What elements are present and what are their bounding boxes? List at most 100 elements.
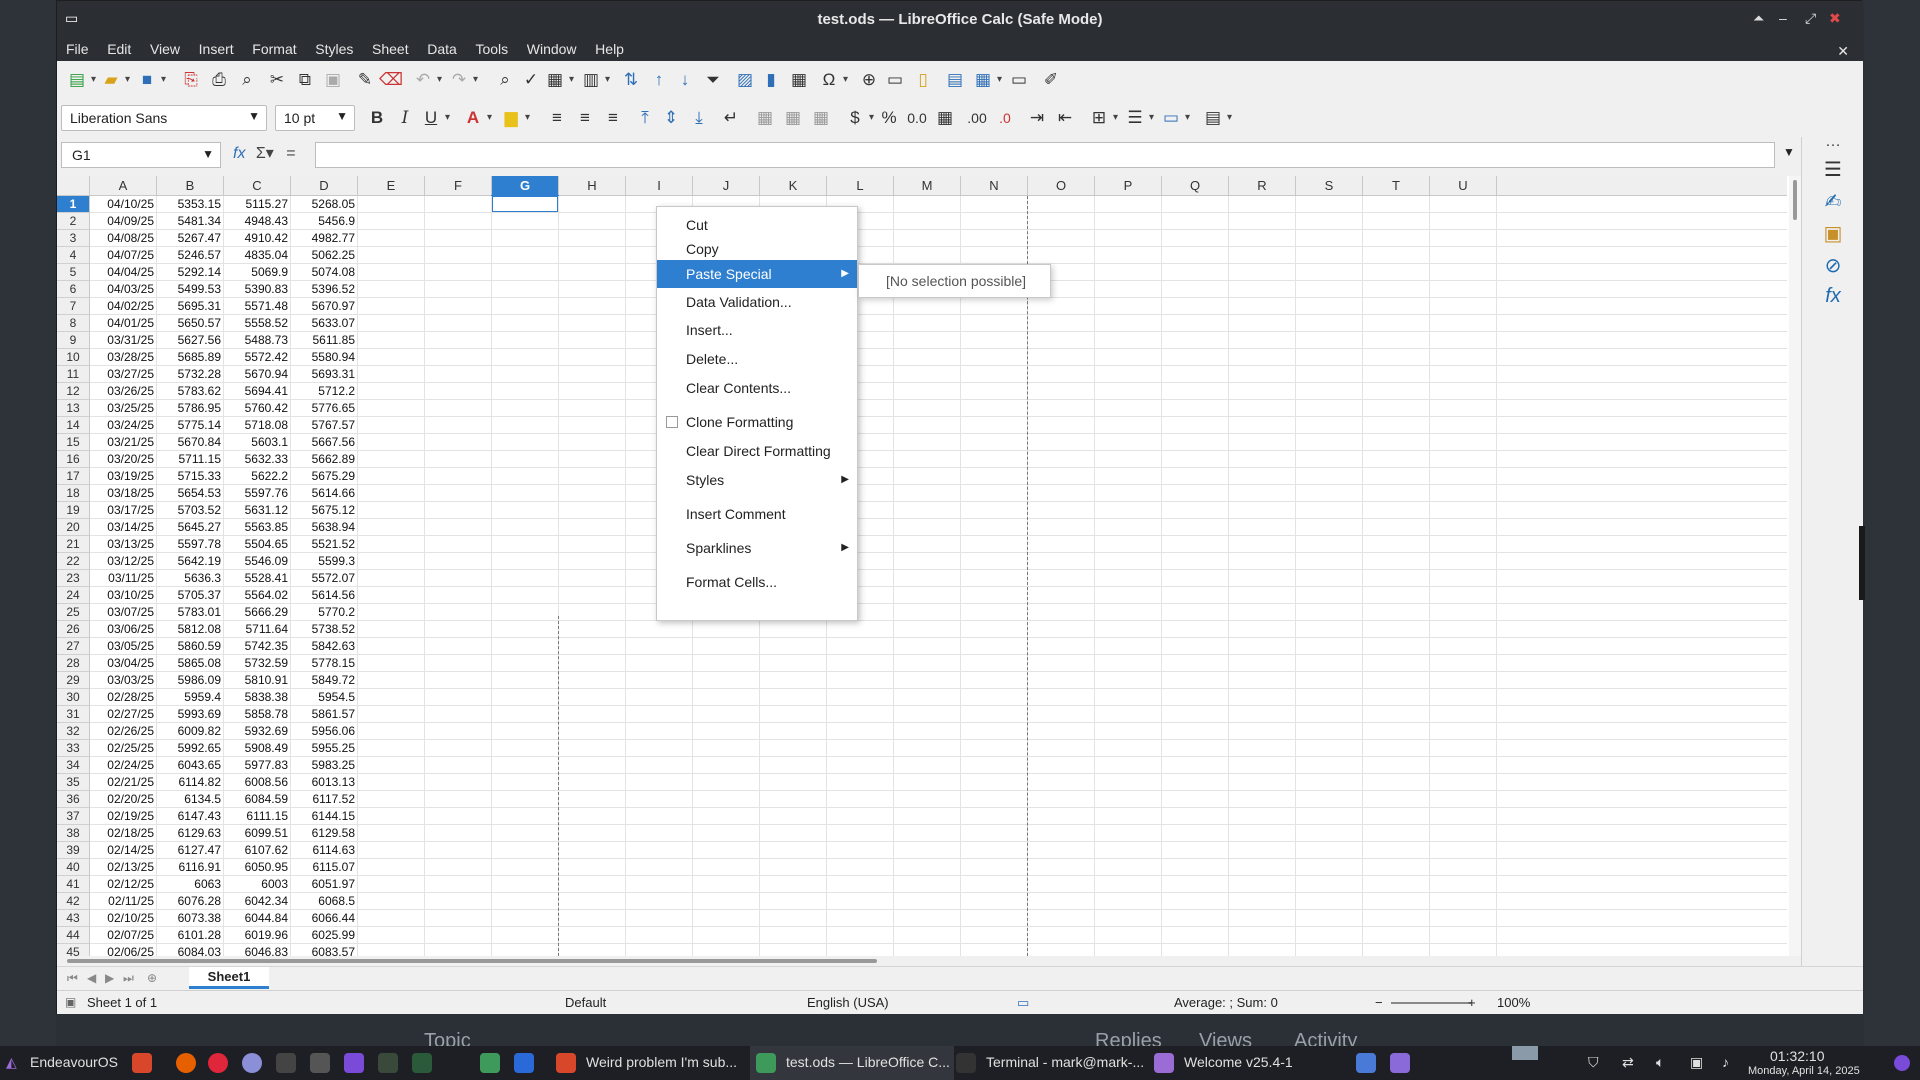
- vertical-scrollbar[interactable]: [1789, 176, 1801, 956]
- table-cell[interactable]: 5670.97: [291, 298, 358, 315]
- menu-item-clear-contents[interactable]: Clear Contents...: [657, 374, 857, 402]
- align-center-icon[interactable]: ≡: [573, 106, 597, 130]
- table-cell[interactable]: 03/14/25: [90, 519, 157, 536]
- column-header-s[interactable]: S: [1296, 176, 1363, 196]
- sum-icon[interactable]: Σ▾: [256, 145, 274, 162]
- row-header[interactable]: 9: [57, 332, 90, 349]
- table-cell[interactable]: 6114.63: [291, 842, 358, 859]
- insert-chart-icon[interactable]: ▮: [759, 68, 783, 92]
- table-cell[interactable]: 5783.62: [157, 383, 224, 400]
- table-cell[interactable]: 6068.5: [291, 893, 358, 910]
- table-cell[interactable]: 03/07/25: [90, 604, 157, 621]
- table-cell[interactable]: 5638.94: [291, 519, 358, 536]
- table-cell[interactable]: 6066.44: [291, 910, 358, 927]
- column-header-f[interactable]: F: [425, 176, 492, 196]
- highlight-icon[interactable]: ▆: [499, 106, 530, 130]
- table-cell[interactable]: 5572.07: [291, 570, 358, 587]
- table-cell[interactable]: 6073.38: [157, 910, 224, 927]
- row-header[interactable]: 8: [57, 315, 90, 332]
- table-cell[interactable]: 02/27/25: [90, 706, 157, 723]
- row-header[interactable]: 10: [57, 349, 90, 366]
- unmerge-cells-icon[interactable]: ▦: [809, 106, 833, 130]
- table-cell[interactable]: 5738.52: [291, 621, 358, 638]
- table-cell[interactable]: 03/11/25: [90, 570, 157, 587]
- row-header[interactable]: 43: [57, 910, 90, 927]
- table-cell[interactable]: 03/24/25: [90, 417, 157, 434]
- status-language[interactable]: English (USA): [807, 995, 889, 1010]
- clock-time[interactable]: 01:32:10: [1770, 1048, 1825, 1064]
- network-icon[interactable]: ⇄: [1622, 1054, 1634, 1071]
- column-header-o[interactable]: O: [1028, 176, 1095, 196]
- table-cell[interactable]: 5732.59: [224, 655, 291, 672]
- opera-icon[interactable]: [208, 1053, 228, 1073]
- table-cell[interactable]: 04/03/25: [90, 281, 157, 298]
- menu-window[interactable]: Window: [527, 37, 577, 57]
- zoom-slider[interactable]: [1391, 1002, 1471, 1004]
- row-header[interactable]: 34: [57, 757, 90, 774]
- horizontal-scrollbar[interactable]: [57, 956, 1801, 966]
- align-top-icon[interactable]: ⤒: [633, 106, 657, 130]
- table-cell[interactable]: 03/04/25: [90, 655, 157, 672]
- undo-icon[interactable]: ↶: [411, 68, 442, 92]
- table-cell[interactable]: 5268.05: [291, 196, 358, 213]
- row-header[interactable]: 4: [57, 247, 90, 264]
- special-character-icon[interactable]: Ω: [817, 68, 848, 92]
- column-header-e[interactable]: E: [358, 176, 425, 196]
- table-cell[interactable]: 5662.89: [291, 451, 358, 468]
- add-decimal-icon[interactable]: .00: [965, 106, 989, 130]
- new-icon[interactable]: ▤: [65, 68, 96, 92]
- task-terminal[interactable]: Terminal - mark@mark-...: [986, 1054, 1144, 1070]
- merge-center-icon[interactable]: ▦: [753, 106, 777, 130]
- table-cell[interactable]: 5956.06: [291, 723, 358, 740]
- table-cell[interactable]: 5650.57: [157, 315, 224, 332]
- table-cell[interactable]: 5693.31: [291, 366, 358, 383]
- menu-format[interactable]: Format: [252, 37, 296, 57]
- table-cell[interactable]: 6114.82: [157, 774, 224, 791]
- align-bottom-icon[interactable]: ⤓: [687, 106, 711, 130]
- sort-descending-icon[interactable]: ↓: [673, 68, 697, 92]
- table-cell[interactable]: 02/12/25: [90, 876, 157, 893]
- table-cell[interactable]: 5983.25: [291, 757, 358, 774]
- task-browser[interactable]: Weird problem I'm sub...: [586, 1054, 737, 1070]
- table-cell[interactable]: 04/08/25: [90, 230, 157, 247]
- table-cell[interactable]: 6127.47: [157, 842, 224, 859]
- table-cell[interactable]: 5614.66: [291, 485, 358, 502]
- libreoffice-icon[interactable]: [480, 1053, 500, 1073]
- firefox-icon[interactable]: [176, 1053, 196, 1073]
- table-cell[interactable]: 6003: [224, 876, 291, 893]
- row-header[interactable]: 21: [57, 536, 90, 553]
- table-cell[interactable]: 5732.28: [157, 366, 224, 383]
- row-header[interactable]: 18: [57, 485, 90, 502]
- sort-icon[interactable]: ⇅: [619, 68, 643, 92]
- table-cell[interactable]: 03/28/25: [90, 349, 157, 366]
- column-header-q[interactable]: Q: [1162, 176, 1229, 196]
- navigator-icon[interactable]: ⊘: [1820, 253, 1846, 279]
- table-cell[interactable]: 5599.3: [291, 553, 358, 570]
- function-wizard-icon[interactable]: fx: [233, 145, 245, 162]
- row-header[interactable]: 33: [57, 740, 90, 757]
- notifications-icon[interactable]: ♪: [1722, 1054, 1729, 1070]
- insert-image-icon[interactable]: ▨: [733, 68, 757, 92]
- menu-insert[interactable]: Insert: [199, 37, 234, 57]
- table-cell[interactable]: 5865.08: [157, 655, 224, 672]
- column-header-i[interactable]: I: [626, 176, 693, 196]
- functions-icon[interactable]: fx: [1820, 285, 1846, 311]
- menu-data[interactable]: Data: [427, 37, 457, 57]
- column-header-c[interactable]: C: [224, 176, 291, 196]
- table-cell[interactable]: 5603.1: [224, 434, 291, 451]
- formula-icon[interactable]: =: [286, 145, 295, 162]
- paste-icon[interactable]: ▣: [321, 68, 345, 92]
- table-cell[interactable]: 5456.9: [291, 213, 358, 230]
- split-window-icon[interactable]: ▭: [1007, 68, 1031, 92]
- table-cell[interactable]: 02/28/25: [90, 689, 157, 706]
- last-sheet-icon[interactable]: ⏭: [123, 971, 134, 986]
- table-cell[interactable]: 5666.29: [224, 604, 291, 621]
- column-header-k[interactable]: K: [760, 176, 827, 196]
- row-header[interactable]: 14: [57, 417, 90, 434]
- table-cell[interactable]: 03/12/25: [90, 553, 157, 570]
- table-cell[interactable]: 04/10/25: [90, 196, 157, 213]
- table-cell[interactable]: 5488.73: [224, 332, 291, 349]
- table-cell[interactable]: 5694.41: [224, 383, 291, 400]
- table-cell[interactable]: 5675.12: [291, 502, 358, 519]
- row-header[interactable]: 16: [57, 451, 90, 468]
